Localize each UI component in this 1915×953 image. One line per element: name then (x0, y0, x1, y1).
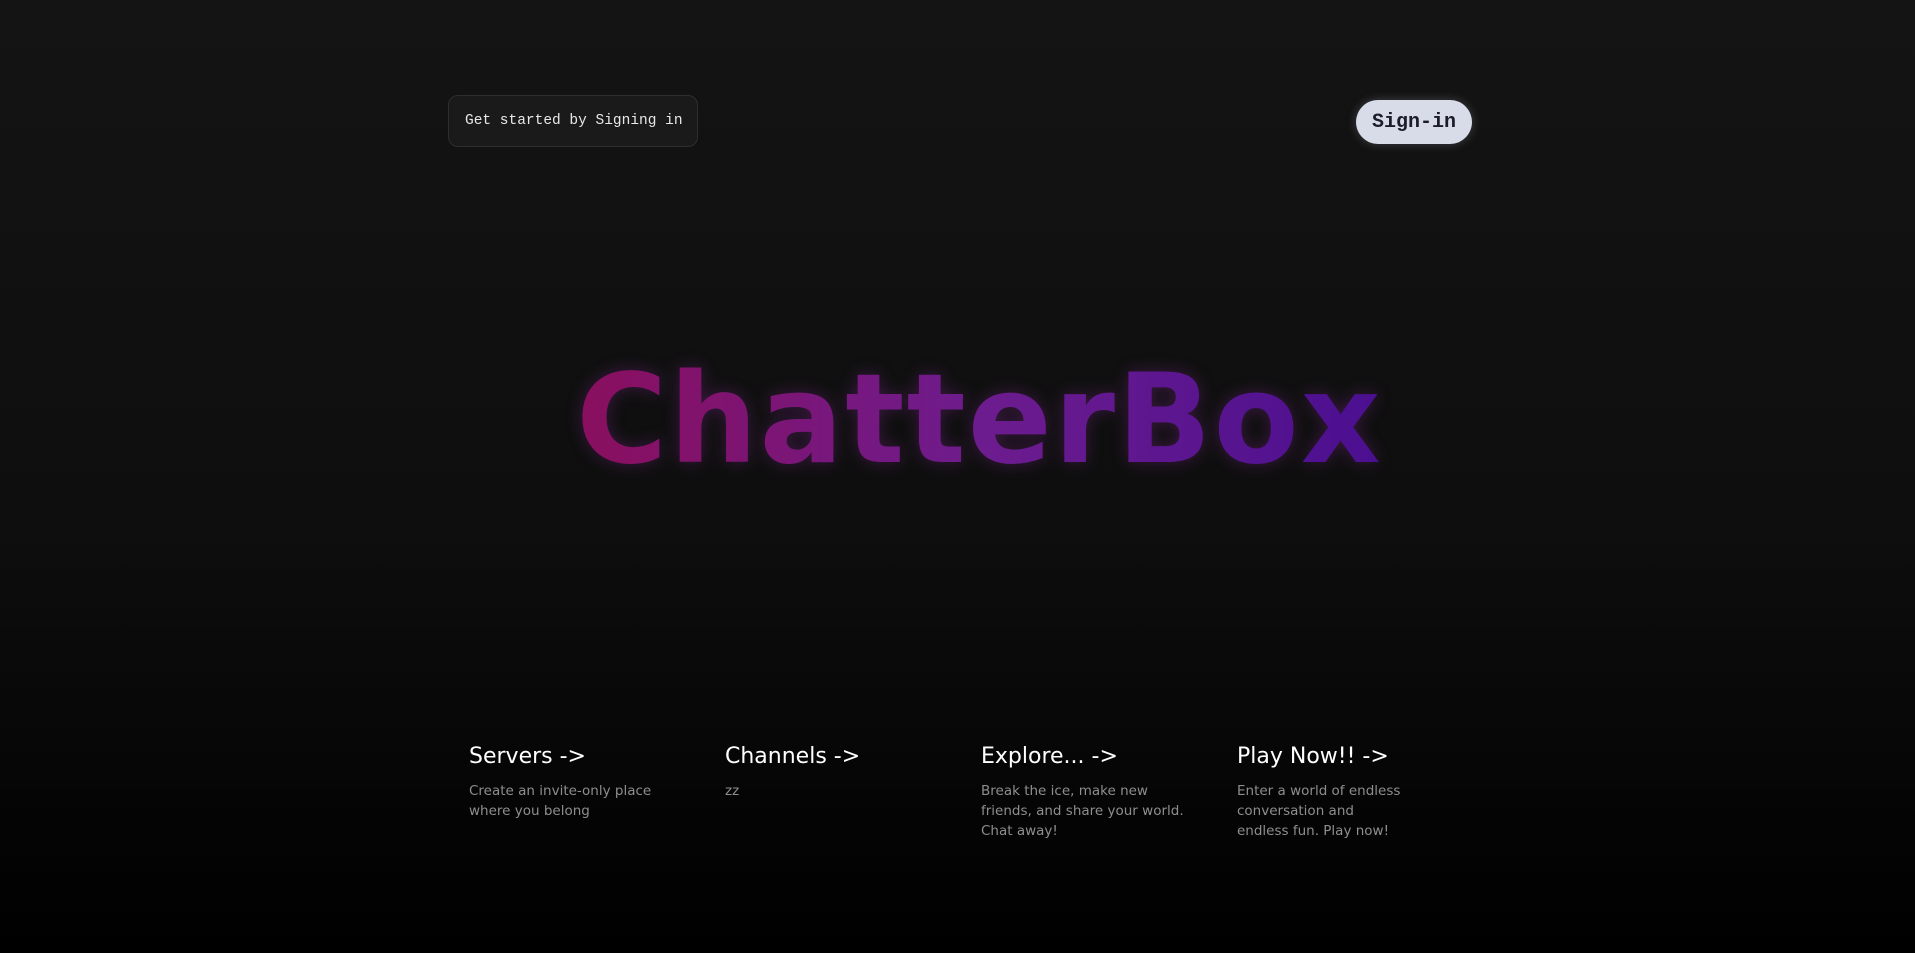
card-play-now[interactable]: Play Now!! -> Enter a world of endless c… (1237, 744, 1407, 841)
get-started-banner: Get started by Signing in (448, 95, 698, 147)
hero: ChatterBox (0, 345, 1915, 495)
feature-cards: Servers -> Create an invite-only place w… (469, 744, 1469, 864)
card-channels[interactable]: Channels -> zz (725, 744, 940, 801)
brand-title: ChatterBox (576, 348, 1383, 492)
top-bar: Get started by Signing in Sign-in (448, 95, 1472, 149)
card-title: Channels -> (725, 744, 861, 769)
card-description: Enter a world of endless conversation an… (1237, 783, 1401, 839)
card-description: zz (725, 783, 740, 799)
card-title: Explore... -> (981, 744, 1118, 769)
card-explore[interactable]: Explore... -> Break the ice, make new fr… (981, 744, 1196, 841)
card-title: Servers -> (469, 744, 586, 769)
card-description: Create an invite-only place where you be… (469, 783, 652, 819)
card-servers[interactable]: Servers -> Create an invite-only place w… (469, 744, 684, 821)
card-description: Break the ice, make new friends, and sha… (981, 783, 1184, 839)
sign-in-button[interactable]: Sign-in (1356, 100, 1472, 144)
card-title: Play Now!! -> (1237, 744, 1389, 769)
